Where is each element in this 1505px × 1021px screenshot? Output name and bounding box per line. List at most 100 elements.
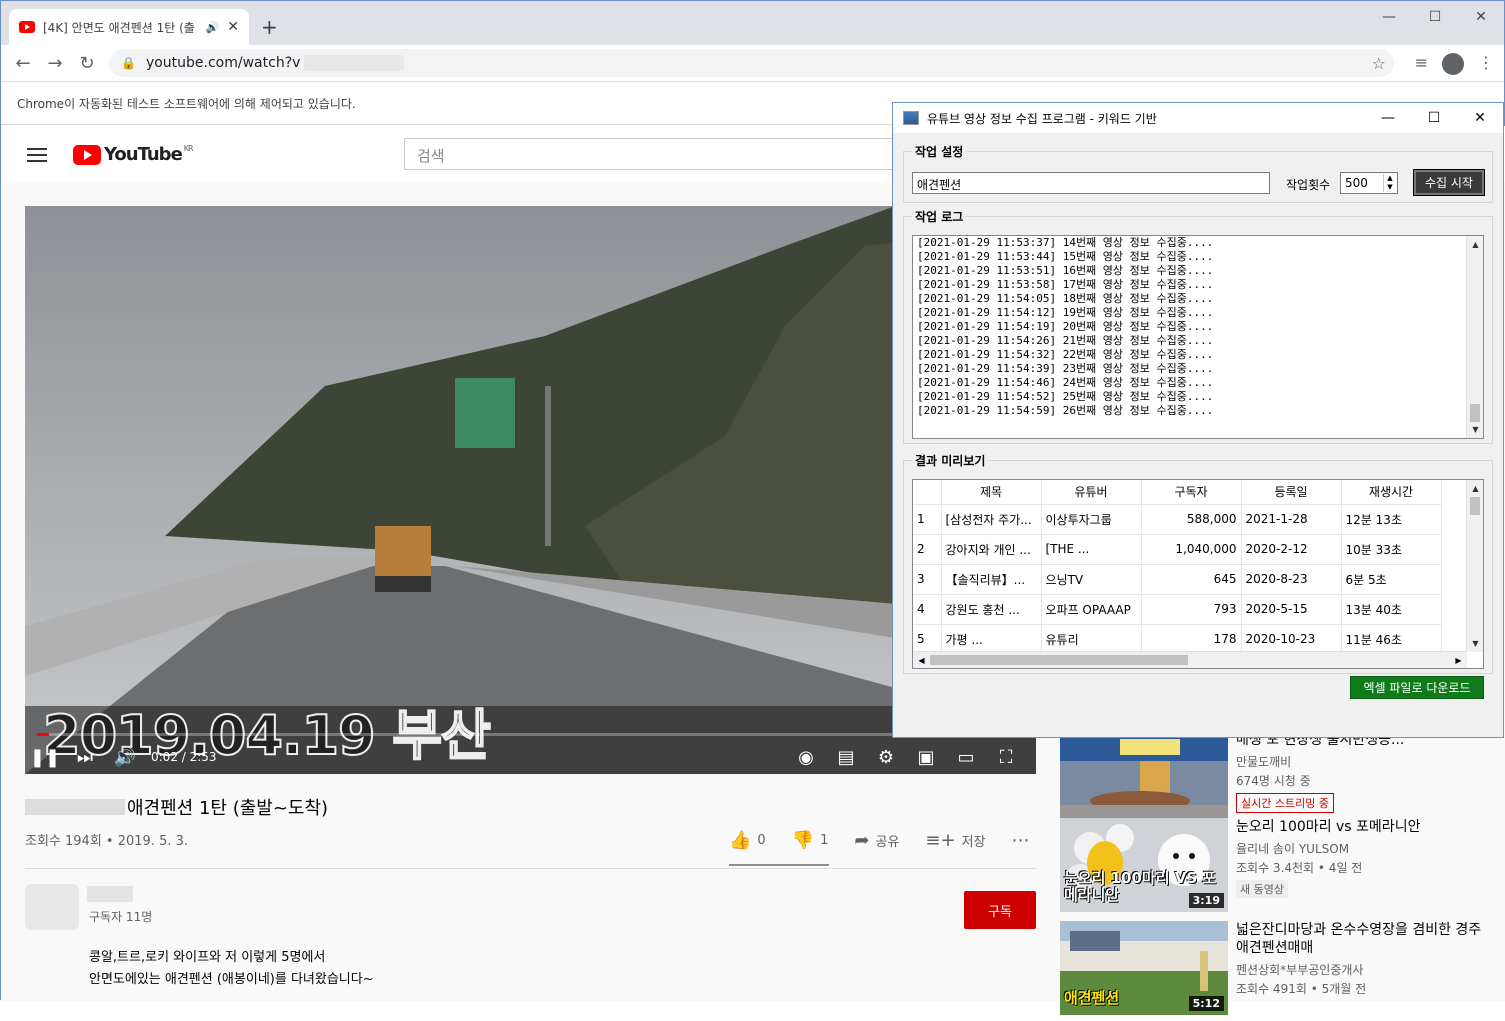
video-actions: 👍 0 👎 1 ➦ 공유 ≡+ 저장 ⋯ bbox=[729, 830, 1030, 851]
logo-text: YouTube bbox=[104, 144, 183, 165]
minimize-button[interactable]: — bbox=[1366, 1, 1412, 33]
thumbnail-image bbox=[1060, 731, 1228, 825]
table-cell: 1 bbox=[913, 504, 942, 535]
table-cell: 13분 40초 bbox=[1341, 594, 1442, 625]
tab-close-icon[interactable]: ✕ bbox=[227, 19, 239, 35]
channel-avatar[interactable] bbox=[25, 884, 79, 930]
fullscreen-icon[interactable]: ⛶ bbox=[986, 747, 1026, 768]
grid-vscrollbar[interactable]: ▲ ▼ bbox=[1466, 480, 1483, 652]
dislike-button[interactable]: 👎 1 bbox=[792, 830, 829, 851]
profile-avatar[interactable] bbox=[1442, 53, 1464, 75]
table-row[interactable]: 3 【솔직리뷰】... 으닝TV 645 2020-8-23 6분 5초 bbox=[913, 564, 1442, 595]
scroll-right-icon[interactable]: ▶ bbox=[1450, 652, 1467, 668]
volume-icon[interactable]: 🔊 bbox=[105, 747, 145, 768]
miniplayer-icon[interactable]: ▣ bbox=[906, 747, 946, 768]
log-scrollbar[interactable]: ▲ ▼ bbox=[1466, 236, 1483, 438]
search-input[interactable]: 검색 bbox=[404, 138, 904, 170]
like-button[interactable]: 👍 0 bbox=[729, 830, 766, 851]
playlist-add-icon: ≡+ bbox=[925, 830, 956, 851]
log-line: [2021-01-29 11:54:59] 26번째 영상 정보 수집중.... bbox=[917, 404, 1214, 417]
menu-kebab-icon[interactable]: ⋮ bbox=[1478, 53, 1494, 75]
table-cell: 11분 46초 bbox=[1341, 624, 1442, 655]
bookmark-star-icon[interactable]: ☆ bbox=[1372, 54, 1386, 73]
forward-button[interactable]: → bbox=[39, 53, 71, 74]
column-header[interactable]: 등록일 bbox=[1241, 480, 1342, 505]
tab-youtube[interactable]: [4K] 안면도 애견펜션 1탄 (출 🔊 ✕ bbox=[9, 9, 249, 45]
column-header[interactable]: 구독자 bbox=[1141, 480, 1242, 505]
grid-hscrollbar[interactable]: ◀ ▶ bbox=[913, 651, 1467, 668]
keyword-input[interactable]: 애견펜션 bbox=[912, 172, 1270, 194]
scroll-up-icon[interactable]: ▲ bbox=[1467, 480, 1483, 497]
column-header[interactable]: 제목 bbox=[941, 480, 1042, 505]
column-header[interactable]: 재생시간 bbox=[1341, 480, 1442, 505]
more-actions-button[interactable]: ⋯ bbox=[1012, 830, 1030, 851]
subtitles-icon[interactable]: ▤ bbox=[826, 747, 866, 768]
hscroll-thumb[interactable] bbox=[930, 655, 1188, 665]
share-button[interactable]: ➦ 공유 bbox=[854, 830, 899, 851]
share-label: 공유 bbox=[875, 835, 900, 850]
table-cell: 793 bbox=[1141, 594, 1242, 625]
log-line: [2021-01-29 11:54:26] 21번째 영상 정보 수집중.... bbox=[917, 334, 1214, 347]
recommendation-thumbnail[interactable]: 애견펜션 5:12 bbox=[1060, 921, 1228, 1015]
table-row[interactable]: 5 가평 ... 유튜리 178 2020-10-23 11분 46초 bbox=[913, 624, 1442, 655]
table-cell: 으닝TV bbox=[1041, 564, 1142, 595]
table-row[interactable]: 1 [삼성전자 주가... 이상투자그룹 588,000 2021-1-28 12분 13… bbox=[913, 504, 1442, 535]
close-window-button[interactable]: ✕ bbox=[1458, 1, 1504, 33]
recommendation-channel[interactable]: 만물도깨비 bbox=[1236, 753, 1486, 770]
media-queue-icon[interactable]: ≡ bbox=[1415, 53, 1428, 75]
infobar-text: Chrome이 자동화된 테스트 소프트웨어에 의해 제어되고 있습니다. bbox=[17, 96, 356, 111]
column-header[interactable]: 유튜버 bbox=[1041, 480, 1142, 505]
scroll-thumb[interactable] bbox=[1470, 497, 1480, 515]
video-player[interactable]: 2019.04.19 부산 ❚❚ ⏭ 🔊 0:02 / 2:53 ◉ ▤ ⚙ ▣… bbox=[25, 206, 1036, 774]
spin-arrows-icon[interactable]: ▲ ▼ bbox=[1383, 174, 1396, 192]
log-textbox[interactable]: [2021-01-29 11:53:37] 14번째 영상 정보 수집중....… bbox=[912, 235, 1484, 439]
youtube-logo[interactable]: YouTube KR bbox=[73, 144, 194, 165]
autoplay-toggle-icon[interactable]: ◉ bbox=[786, 747, 826, 768]
start-collect-button[interactable]: 수집 시작 bbox=[1413, 169, 1485, 196]
progress-bar[interactable] bbox=[37, 733, 1024, 736]
table-cell: 4 bbox=[913, 594, 942, 625]
new-tab-button[interactable]: + bbox=[261, 15, 278, 39]
hamburger-menu-icon[interactable] bbox=[27, 148, 47, 162]
recommendation-item[interactable]: 매생 포 현장생 출시반생증... 만물도깨비 674명 시청 중 실시간 스트… bbox=[1060, 731, 1490, 831]
subscribe-button[interactable]: 구독 bbox=[964, 891, 1036, 929]
recommendation-thumbnail[interactable] bbox=[1060, 731, 1228, 825]
recommendation-item[interactable]: 애견펜션 5:12 넓은잔디마당과 온수수영장을 겸비한 경주 애견펜션매매 펜… bbox=[1060, 921, 1490, 1021]
theater-mode-icon[interactable]: ▭ bbox=[946, 747, 986, 768]
table-row[interactable]: 2 강아지와 개인 ... [THE ... 1,040,000 2020-2-12 10… bbox=[913, 534, 1442, 565]
column-header[interactable] bbox=[913, 480, 942, 505]
results-grid[interactable]: 제목 유튜버 구독자 등록일 재생시간 1 [삼성전자 주가... 이상투자그룹 588,00… bbox=[912, 479, 1484, 669]
recommendation-channel[interactable]: 율리네 솜이 YULSOM bbox=[1236, 840, 1486, 857]
recommendation-thumbnail[interactable]: 눈오리 100마리 VS 포메라니안 3:19 bbox=[1060, 818, 1228, 912]
scroll-up-icon[interactable]: ▲ bbox=[1467, 236, 1483, 253]
recommendation-title[interactable]: 눈오리 100마리 vs 포메라니안 bbox=[1236, 818, 1486, 836]
scroll-down-icon[interactable]: ▼ bbox=[1467, 421, 1483, 438]
scroll-thumb[interactable] bbox=[1470, 404, 1480, 422]
maximize-button[interactable]: ☐ bbox=[1412, 1, 1458, 33]
recommendation-item[interactable]: 눈오리 100마리 VS 포메라니안 3:19 눈오리 100마리 vs 포메라… bbox=[1060, 818, 1490, 918]
log-line: [2021-01-29 11:53:44] 15번째 영상 정보 수집중.... bbox=[917, 250, 1214, 263]
recommendation-channel[interactable]: 펜션상회*부부공인중개사 bbox=[1236, 961, 1486, 978]
dialog-minimize-button[interactable]: — bbox=[1365, 103, 1411, 133]
count-spinner[interactable]: 500 ▲ ▼ bbox=[1340, 172, 1398, 194]
pause-icon[interactable]: ❚❚ bbox=[25, 747, 65, 768]
back-button[interactable]: ← bbox=[7, 53, 39, 74]
reload-button[interactable]: ↻ bbox=[71, 53, 103, 74]
table-row[interactable]: 4 강원도 홍천 ... 오파프 OPAAAP 793 2020-5-15 13분 40초 bbox=[913, 594, 1442, 625]
next-icon[interactable]: ⏭ bbox=[65, 747, 105, 768]
dialog-maximize-button[interactable]: ☐ bbox=[1411, 103, 1457, 133]
dialog-close-button[interactable]: ✕ bbox=[1457, 103, 1503, 133]
channel-name-redacted[interactable] bbox=[87, 886, 133, 902]
excel-download-button[interactable]: 엑셀 파일로 다운로드 bbox=[1350, 676, 1484, 699]
scroll-left-icon[interactable]: ◀ bbox=[913, 652, 930, 668]
save-button[interactable]: ≡+ 저장 bbox=[925, 830, 985, 851]
settings-gear-icon[interactable]: ⚙ bbox=[866, 747, 906, 768]
video-description: 콩알,트르,로키 와이프와 저 이렇게 5명에서 안면도에있는 애견펜션 (애봉… bbox=[89, 947, 374, 991]
toolbar-right: ≡ ⋮ bbox=[1415, 53, 1494, 75]
dialog-window-controls: — ☐ ✕ bbox=[1365, 103, 1503, 133]
address-bar[interactable]: 🔒 youtube.com/watch?v ☆ bbox=[109, 49, 1394, 77]
recommendation-title[interactable]: 넓은잔디마당과 온수수영장을 겸비한 경주 애견펜션매매 bbox=[1236, 921, 1486, 957]
scroll-down-icon[interactable]: ▼ bbox=[1467, 635, 1483, 652]
speaker-icon[interactable]: 🔊 bbox=[206, 21, 220, 34]
settings-group: 작업 설정 애견펜션 작업횟수 500 ▲ ▼ 수집 시작 bbox=[903, 143, 1493, 203]
